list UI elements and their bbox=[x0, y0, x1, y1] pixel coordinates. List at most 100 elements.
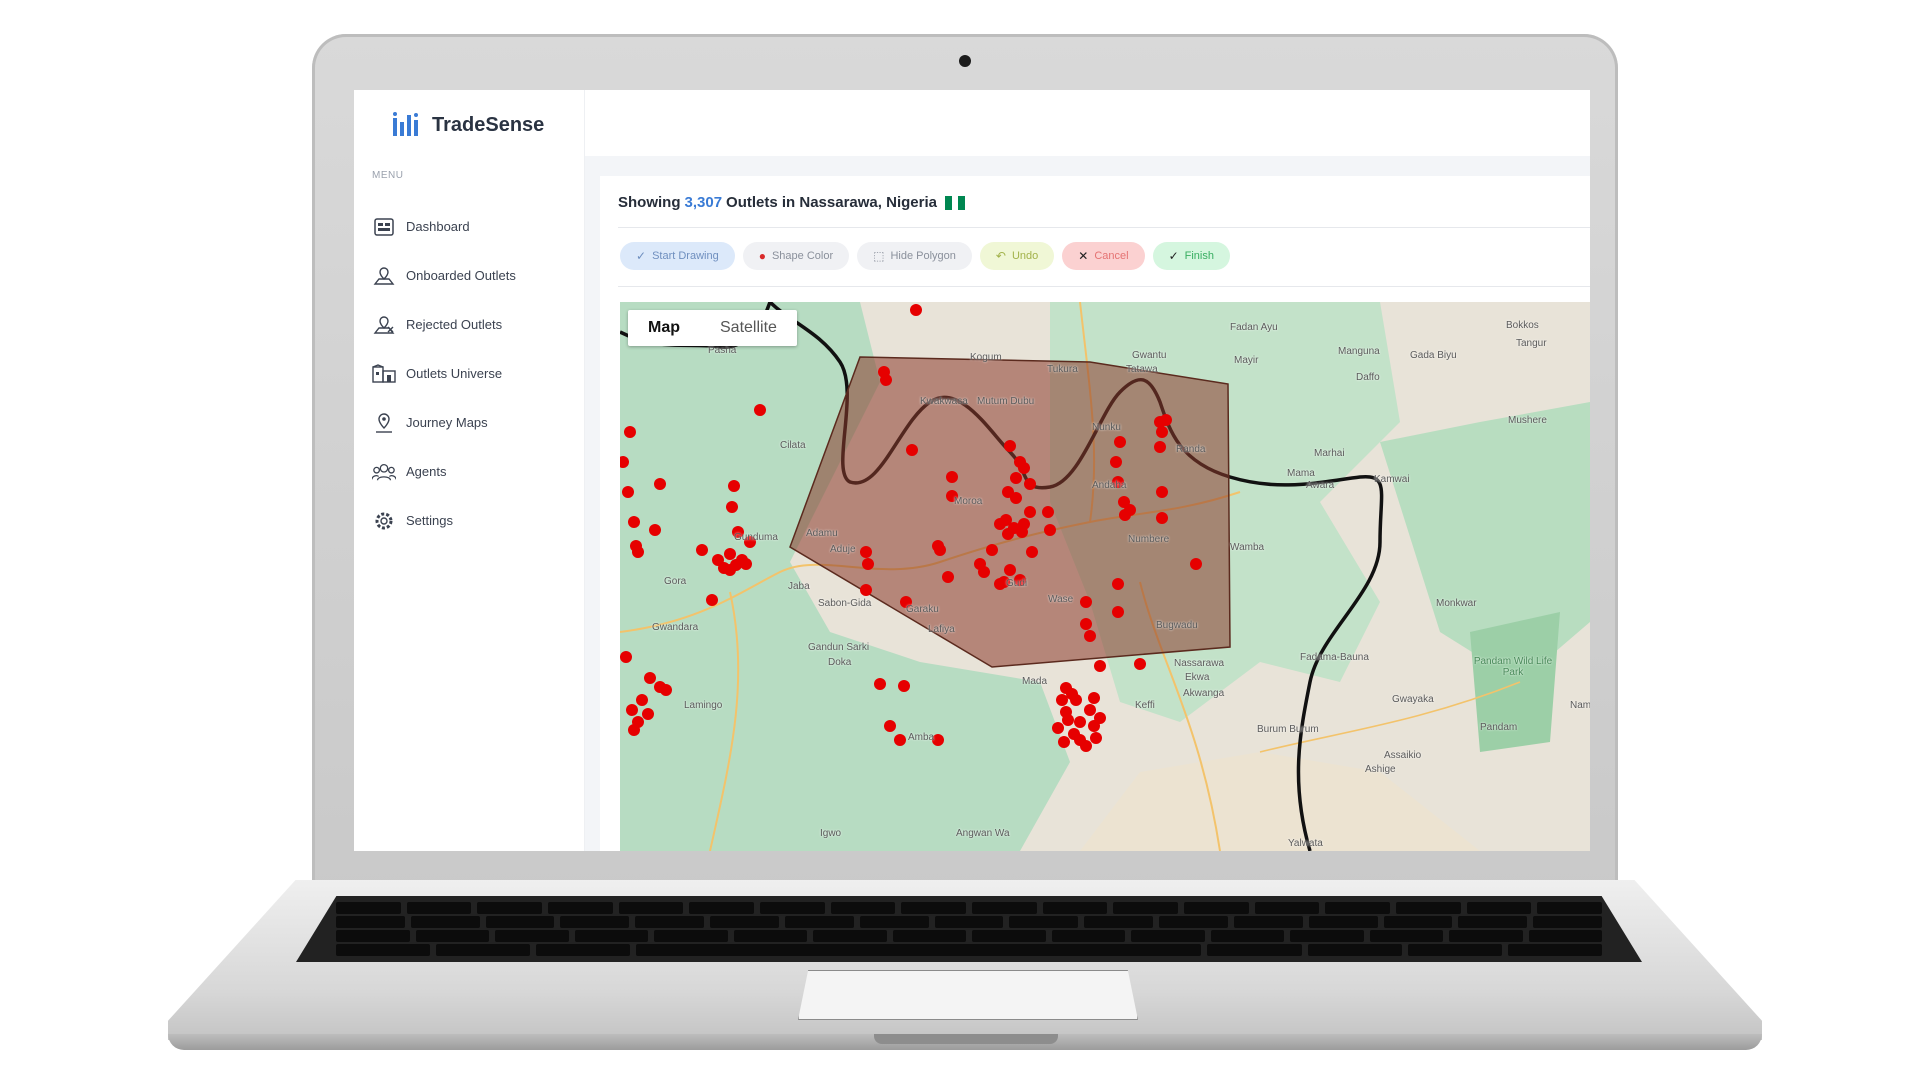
sidebar-item-journey-maps[interactable]: Journey Maps bbox=[372, 398, 516, 447]
outlet-marker[interactable] bbox=[1084, 704, 1096, 716]
tradesense-logo-icon bbox=[393, 112, 418, 136]
shape-color-button[interactable]: ● Shape Color bbox=[742, 242, 850, 270]
outlet-marker[interactable] bbox=[894, 734, 906, 746]
outlet-marker[interactable] bbox=[696, 544, 708, 556]
outlet-marker[interactable] bbox=[1010, 472, 1022, 484]
sidebar-item-onboarded-outlets[interactable]: Onboarded Outlets bbox=[372, 251, 516, 300]
outlet-marker[interactable] bbox=[1080, 618, 1092, 630]
outlet-marker[interactable] bbox=[632, 546, 644, 558]
outlet-marker[interactable] bbox=[994, 518, 1006, 530]
outlet-marker[interactable] bbox=[898, 680, 910, 692]
cancel-button[interactable]: ✕ Cancel bbox=[1062, 242, 1145, 270]
outlet-marker[interactable] bbox=[1190, 558, 1202, 570]
sidebar-item-dashboard[interactable]: Dashboard bbox=[372, 202, 516, 251]
outlet-marker[interactable] bbox=[1084, 630, 1096, 642]
outlet-marker[interactable] bbox=[1056, 694, 1068, 706]
outlet-marker[interactable] bbox=[728, 480, 740, 492]
hide-polygon-button[interactable]: ⬚ Hide Polygon bbox=[857, 242, 972, 270]
outlet-marker[interactable] bbox=[626, 704, 638, 716]
map-canvas[interactable] bbox=[620, 302, 1590, 851]
outlet-marker[interactable] bbox=[654, 478, 666, 490]
outlet-marker[interactable] bbox=[910, 304, 922, 316]
outlets-map[interactable]: Map Satellite Fadan Ayu Gwantu Bokkos Ta… bbox=[620, 302, 1590, 851]
outlet-marker[interactable] bbox=[644, 672, 656, 684]
outlet-marker[interactable] bbox=[628, 516, 640, 528]
outlet-marker[interactable] bbox=[1024, 506, 1036, 518]
outlet-marker[interactable] bbox=[1024, 478, 1036, 490]
outlet-marker[interactable] bbox=[1074, 716, 1086, 728]
outlet-marker[interactable] bbox=[880, 374, 892, 386]
outlet-marker[interactable] bbox=[1062, 714, 1074, 726]
outlet-marker[interactable] bbox=[1094, 660, 1106, 672]
outlet-marker[interactable] bbox=[1018, 462, 1030, 474]
outlet-marker[interactable] bbox=[1088, 692, 1100, 704]
outlet-marker[interactable] bbox=[1070, 694, 1082, 706]
outlet-marker[interactable] bbox=[1052, 722, 1064, 734]
outlet-marker[interactable] bbox=[1134, 658, 1146, 670]
outlet-marker[interactable] bbox=[649, 524, 661, 536]
outlet-marker[interactable] bbox=[986, 544, 998, 556]
outlet-marker[interactable] bbox=[1010, 492, 1022, 504]
outlet-marker[interactable] bbox=[1004, 440, 1016, 452]
sidebar-item-settings[interactable]: Settings bbox=[372, 496, 516, 545]
outlet-marker[interactable] bbox=[860, 584, 872, 596]
outlet-marker[interactable] bbox=[1002, 528, 1014, 540]
outlet-marker[interactable] bbox=[726, 501, 738, 513]
outlet-marker[interactable] bbox=[1114, 436, 1126, 448]
undo-button[interactable]: ↶ Undo bbox=[979, 242, 1055, 270]
outlet-marker[interactable] bbox=[1058, 736, 1070, 748]
outlet-marker[interactable] bbox=[754, 404, 766, 416]
outlet-marker[interactable] bbox=[1110, 456, 1122, 468]
outlet-marker[interactable] bbox=[1112, 606, 1124, 618]
outlet-marker[interactable] bbox=[1156, 512, 1168, 524]
satellite-tab[interactable]: Satellite bbox=[700, 310, 797, 346]
outlet-marker[interactable] bbox=[1080, 596, 1092, 608]
outlet-marker[interactable] bbox=[978, 566, 990, 578]
outlet-marker[interactable] bbox=[628, 724, 640, 736]
brand[interactable]: TradeSense bbox=[392, 112, 544, 138]
outlet-marker[interactable] bbox=[1068, 728, 1080, 740]
outlet-marker[interactable] bbox=[1004, 564, 1016, 576]
sidebar-item-outlets-universe[interactable]: Outlets Universe bbox=[372, 349, 516, 398]
outlet-marker[interactable] bbox=[1154, 441, 1166, 453]
outlet-marker[interactable] bbox=[724, 548, 736, 560]
color-dot-icon: ● bbox=[758, 249, 766, 263]
outlet-marker[interactable] bbox=[1090, 732, 1102, 744]
outlet-marker[interactable] bbox=[1112, 578, 1124, 590]
start-drawing-button[interactable]: ✓ Start Drawing bbox=[620, 242, 735, 270]
map-tab[interactable]: Map bbox=[628, 310, 700, 346]
finish-label: Finish bbox=[1184, 250, 1214, 262]
outlet-marker[interactable] bbox=[1042, 506, 1054, 518]
outlet-marker[interactable] bbox=[660, 684, 672, 696]
outlet-marker[interactable] bbox=[642, 708, 654, 720]
place-label: Tukura bbox=[1047, 364, 1078, 375]
outlet-marker[interactable] bbox=[1156, 486, 1168, 498]
outlet-marker[interactable] bbox=[934, 544, 946, 556]
sidebar-item-rejected-outlets[interactable]: Rejected Outlets bbox=[372, 300, 516, 349]
outlet-marker[interactable] bbox=[740, 558, 752, 570]
sidebar-item-agents[interactable]: Agents bbox=[372, 447, 516, 496]
outlet-marker[interactable] bbox=[942, 571, 954, 583]
outlet-marker[interactable] bbox=[884, 720, 896, 732]
place-label: Gudi bbox=[1006, 578, 1028, 589]
outlet-marker[interactable] bbox=[622, 486, 634, 498]
outlet-marker[interactable] bbox=[860, 546, 872, 558]
outlet-marker[interactable] bbox=[620, 651, 632, 663]
outlet-marker[interactable] bbox=[1080, 740, 1092, 752]
outlet-marker[interactable] bbox=[946, 471, 958, 483]
outlet-marker[interactable] bbox=[1094, 712, 1106, 724]
outlet-marker[interactable] bbox=[1160, 414, 1172, 426]
outlet-marker[interactable] bbox=[906, 444, 918, 456]
outlet-marker[interactable] bbox=[624, 426, 636, 438]
start-drawing-label: Start Drawing bbox=[652, 250, 719, 262]
outlet-marker[interactable] bbox=[706, 594, 718, 606]
outlet-marker[interactable] bbox=[1156, 426, 1168, 438]
outlet-marker[interactable] bbox=[1018, 518, 1030, 530]
outlet-marker[interactable] bbox=[862, 558, 874, 570]
outlet-marker[interactable] bbox=[1026, 546, 1038, 558]
outlet-marker[interactable] bbox=[874, 678, 886, 690]
outlet-marker[interactable] bbox=[1044, 524, 1056, 536]
outlet-marker[interactable] bbox=[636, 694, 648, 706]
outlet-marker[interactable] bbox=[1124, 504, 1136, 516]
finish-button[interactable]: ✓ Finish bbox=[1152, 242, 1230, 270]
